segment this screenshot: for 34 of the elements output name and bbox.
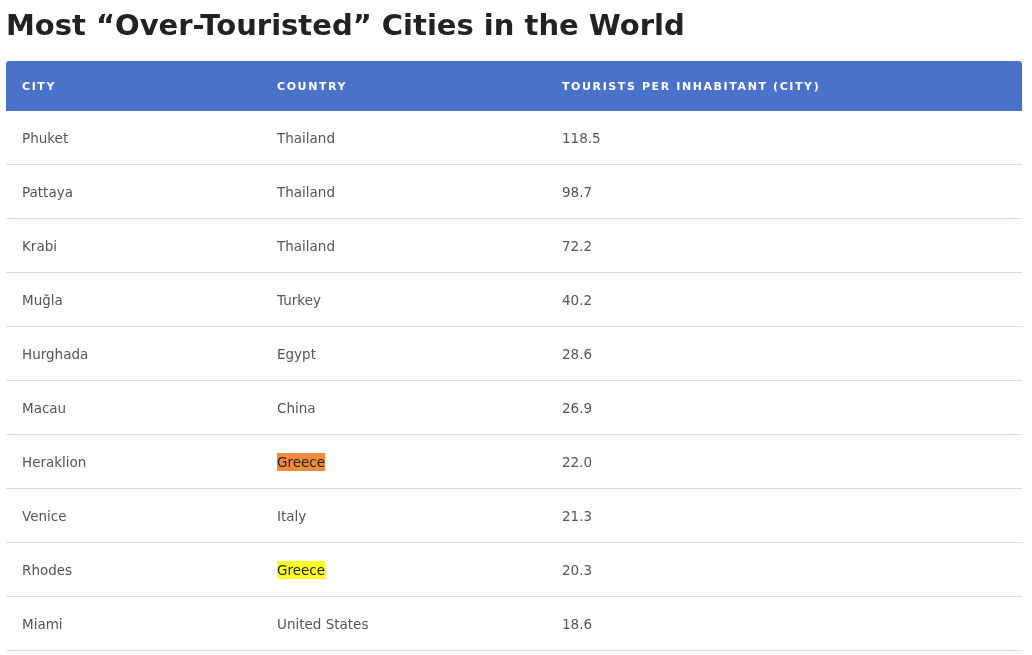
table-cell: Miami (6, 596, 261, 651)
table-cell: Thailand (261, 111, 546, 165)
table-cell: Egypt (261, 326, 546, 381)
highlighted-text: Greece (277, 560, 326, 579)
table-cell: 40.2 (546, 272, 1022, 327)
column-header: TOURISTS PER INHABITANT (CITY) (546, 61, 1022, 111)
table-cell: 118.5 (546, 111, 1022, 165)
column-header: COUNTRY (261, 61, 546, 111)
table-cell: Krabi (6, 218, 261, 273)
table-cell: Heraklion (6, 434, 261, 489)
table-cell: 20.3 (546, 542, 1022, 597)
page-title: Most “Over-Touristed” Cities in the World (6, 7, 686, 44)
table-cell: Rhodes (6, 542, 261, 597)
table-cell: Thailand (261, 218, 546, 273)
table-cell: Italy (261, 488, 546, 543)
table-cell: 26.9 (546, 380, 1022, 435)
table-cell: Muğla (6, 272, 261, 327)
column-header: CITY (6, 61, 261, 111)
highlighted-text: Greece (277, 452, 326, 471)
table-cell: 22.0 (546, 434, 1022, 489)
table-cell: United States (261, 596, 546, 651)
table-cell: 98.7 (546, 164, 1022, 219)
table-cell: 28.6 (546, 326, 1022, 381)
table-cell: China (261, 380, 546, 435)
table-cell: Macau (6, 380, 261, 435)
table-cell: 72.2 (546, 218, 1022, 273)
table-cell: Turkey (261, 272, 546, 327)
table-cell: 18.6 (546, 596, 1022, 651)
table-cell: Phuket (6, 111, 261, 165)
table-cell: Hurghada (6, 326, 261, 381)
table-cell: 21.3 (546, 488, 1022, 543)
table-cell: Venice (6, 488, 261, 543)
table-cell: Thailand (261, 164, 546, 219)
table-cell: Pattaya (6, 164, 261, 219)
